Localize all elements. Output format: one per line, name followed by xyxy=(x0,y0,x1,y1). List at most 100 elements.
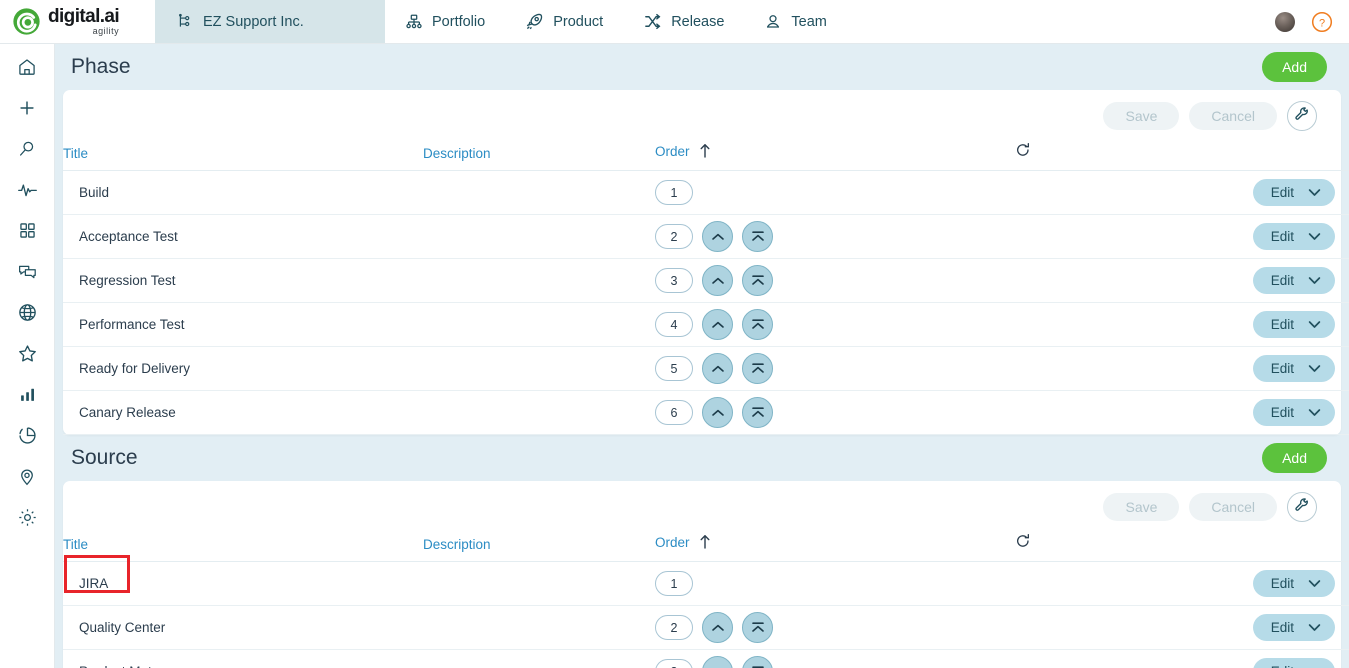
search-icon xyxy=(17,139,37,164)
add-phase-button[interactable]: Add xyxy=(1262,52,1327,82)
help-question-icon[interactable]: ? xyxy=(1311,11,1333,33)
tab-ez-support-inc[interactable]: EZ Support Inc. xyxy=(155,0,385,43)
table-row[interactable]: Product Mgt 3 xyxy=(63,649,1349,668)
sidebar-item-conversations[interactable] xyxy=(12,261,42,287)
tab-team[interactable]: Team xyxy=(744,0,846,43)
order-badge[interactable]: 2 xyxy=(655,224,693,249)
pulse-icon xyxy=(17,179,38,205)
edit-button[interactable]: Edit xyxy=(1252,223,1335,250)
move-up-button[interactable] xyxy=(702,612,733,643)
order-badge[interactable]: 5 xyxy=(655,356,693,381)
tab-label: Product xyxy=(553,13,604,30)
column-header-title[interactable]: Title xyxy=(63,533,423,562)
sidebar-item-add[interactable] xyxy=(12,97,42,123)
tab-release[interactable]: Release xyxy=(623,0,744,43)
chevron-down-icon xyxy=(1308,664,1321,668)
edit-button[interactable]: Edit xyxy=(1252,355,1335,382)
row-order-cell: 2 xyxy=(655,605,1015,650)
table-row[interactable]: Ready for Delivery 5 Edit xyxy=(63,346,1349,391)
chevron-down-icon xyxy=(1308,620,1321,635)
tab-portfolio[interactable]: Portfolio xyxy=(385,0,505,43)
move-to-top-button[interactable] xyxy=(742,353,773,384)
edit-button-label: Edit xyxy=(1270,229,1294,244)
column-header-refresh[interactable] xyxy=(1015,142,1215,171)
edit-button[interactable]: Edit xyxy=(1252,614,1335,641)
sidebar-item-home[interactable] xyxy=(12,56,42,82)
row-spacer xyxy=(1015,649,1215,668)
order-badge[interactable]: 6 xyxy=(655,400,693,425)
move-up-button[interactable] xyxy=(702,353,733,384)
row-actions: Edit xyxy=(1215,170,1349,215)
move-to-top-button[interactable] xyxy=(742,656,773,668)
column-header-description[interactable]: Description xyxy=(423,142,655,171)
table-row[interactable]: Performance Test 4 Edit xyxy=(63,302,1349,347)
save-button[interactable]: Save xyxy=(1103,493,1180,521)
sidebar-item-planning[interactable] xyxy=(12,302,42,328)
cancel-button[interactable]: Cancel xyxy=(1189,102,1277,130)
move-to-top-button[interactable] xyxy=(742,397,773,428)
move-up-button[interactable] xyxy=(702,656,733,668)
table-header-row: Title Description Order xyxy=(63,142,1349,171)
table-row[interactable]: JIRA 1 Edit xyxy=(63,555,1349,606)
row-actions: Edit xyxy=(1215,258,1349,303)
table-row[interactable]: Regression Test 3 Edit xyxy=(63,258,1349,303)
table-row[interactable]: Acceptance Test 2 Edit xyxy=(63,214,1349,259)
row-title: Ready for Delivery xyxy=(63,346,423,391)
row-spacer xyxy=(1015,302,1215,347)
column-header-order[interactable]: Order xyxy=(655,142,1015,171)
column-settings-button[interactable] xyxy=(1287,101,1317,131)
user-avatar[interactable] xyxy=(1275,11,1295,32)
column-header-actions xyxy=(1215,142,1349,171)
table-row[interactable]: Canary Release 6 Edit xyxy=(63,390,1349,435)
move-up-button[interactable] xyxy=(702,309,733,340)
source-card: Save Cancel Title Description Order JIRA… xyxy=(63,481,1349,668)
order-badge[interactable]: 1 xyxy=(655,571,693,596)
move-up-button[interactable] xyxy=(702,265,733,296)
edit-button[interactable]: Edit xyxy=(1252,179,1335,206)
brand-subtitle: agility xyxy=(92,26,120,36)
tab-product[interactable]: Product xyxy=(505,0,623,43)
order-badge[interactable]: 3 xyxy=(655,268,693,293)
order-badge[interactable]: 1 xyxy=(655,180,693,205)
column-header-description[interactable]: Description xyxy=(423,533,655,562)
column-header-title[interactable]: Title xyxy=(63,142,423,171)
order-badge[interactable]: 3 xyxy=(655,659,693,668)
edit-button[interactable]: Edit xyxy=(1252,267,1335,294)
brand-logo[interactable]: digital.ai agility xyxy=(0,0,155,43)
sidebar-item-search[interactable] xyxy=(12,138,42,164)
edit-button[interactable]: Edit xyxy=(1252,311,1335,338)
column-header-refresh[interactable] xyxy=(1015,533,1215,562)
column-header-actions xyxy=(1215,533,1349,562)
table-row[interactable]: Quality Center 2 Edit xyxy=(63,605,1349,650)
save-button[interactable]: Save xyxy=(1103,102,1180,130)
chevron-down-icon xyxy=(1308,317,1321,332)
chevron-down-icon xyxy=(1308,185,1321,200)
edit-button[interactable]: Edit xyxy=(1252,570,1335,597)
row-title: Regression Test xyxy=(63,258,423,303)
move-up-button[interactable] xyxy=(702,397,733,428)
sidebar-item-activity[interactable] xyxy=(12,179,42,205)
order-badge[interactable]: 4 xyxy=(655,312,693,337)
edit-button[interactable]: Edit xyxy=(1252,399,1335,426)
move-up-button[interactable] xyxy=(702,221,733,252)
order-badge[interactable]: 2 xyxy=(655,615,693,640)
cancel-button[interactable]: Cancel xyxy=(1189,493,1277,521)
sidebar-item-roadmap[interactable] xyxy=(12,466,42,492)
sidebar-item-favorites[interactable] xyxy=(12,343,42,369)
edit-button[interactable]: Edit xyxy=(1252,658,1335,668)
column-settings-button[interactable] xyxy=(1287,492,1317,522)
row-actions: Edit xyxy=(1215,605,1349,650)
sidebar-item-settings[interactable] xyxy=(12,507,42,533)
sidebar-item-reports[interactable] xyxy=(12,384,42,410)
move-to-top-button[interactable] xyxy=(742,612,773,643)
sidebar-item-analytics[interactable] xyxy=(12,425,42,451)
edit-button-label: Edit xyxy=(1270,185,1294,200)
move-to-top-button[interactable] xyxy=(742,265,773,296)
column-header-order[interactable]: Order xyxy=(655,533,1015,562)
row-actions: Edit xyxy=(1215,649,1349,668)
sidebar-item-apps[interactable] xyxy=(12,220,42,246)
table-row[interactable]: Build 1 Edit xyxy=(63,170,1349,215)
move-to-top-button[interactable] xyxy=(742,221,773,252)
add-source-button[interactable]: Add xyxy=(1262,443,1327,473)
move-to-top-button[interactable] xyxy=(742,309,773,340)
